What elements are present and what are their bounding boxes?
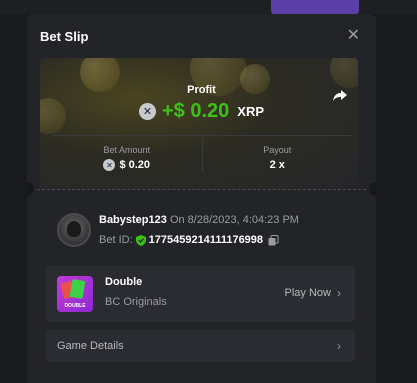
bet-amount-stat: Bet Amount ✕ $ 0.20	[52, 138, 202, 172]
app-background-right	[376, 14, 417, 383]
payout-stat: Payout 2 x	[201, 138, 353, 172]
game-provider: BC Originals	[105, 296, 167, 308]
player-info: Babystep123 On 8/28/2023, 4:04:23 PM Bet…	[57, 212, 347, 252]
app-top-bar	[0, 0, 417, 14]
app-background-left	[0, 14, 27, 383]
share-icon[interactable]	[332, 87, 348, 103]
bet-slip-modal: Bet Slip ✕ Profit ✕ +$ 0.20 XRP Bet Amou…	[27, 14, 376, 383]
copy-icon[interactable]	[268, 234, 279, 246]
game-thumbnail: DOUBLE	[57, 276, 93, 312]
profit-currency: XRP	[237, 104, 265, 119]
chevron-right-icon: ›	[337, 286, 341, 300]
ticket-notch-right	[369, 182, 376, 196]
verified-shield-icon	[135, 234, 146, 246]
profit-row: ✕ +$ 0.20 XRP	[27, 100, 376, 123]
gem-icon	[69, 279, 86, 299]
game-card[interactable]: DOUBLE Double BC Originals Play Now ›	[46, 266, 355, 322]
close-icon[interactable]: ✕	[347, 28, 360, 44]
profit-label: Profit	[187, 84, 216, 96]
bet-id-line: Bet ID: 1775459214111176998	[99, 234, 279, 246]
play-now-label: Play Now	[284, 287, 331, 299]
chevron-right-icon: ›	[337, 339, 341, 353]
ticket-tear-line	[37, 189, 366, 190]
game-details-row[interactable]: Game Details ›	[46, 330, 355, 362]
stats-divider	[52, 135, 352, 136]
bet-amount-value-row: ✕ $ 0.20	[52, 159, 202, 171]
payout-label: Payout	[263, 145, 292, 155]
avatar-figure	[67, 221, 81, 237]
ticket-notch-left	[27, 182, 34, 196]
game-thumbnail-label: DOUBLE	[64, 303, 86, 309]
bet-amount-label: Bet Amount	[103, 145, 151, 155]
player-line: Babystep123 On 8/28/2023, 4:04:23 PM	[99, 214, 299, 226]
bet-id-label: Bet ID:	[99, 234, 133, 246]
bet-amount-value: $ 0.20	[119, 159, 151, 171]
player-name[interactable]: Babystep123	[99, 214, 167, 226]
modal-header: Bet Slip ✕	[27, 14, 376, 58]
profit-value: +$ 0.20	[161, 100, 230, 122]
play-now-button[interactable]: Play Now ›	[285, 286, 341, 300]
xrp-icon: ✕	[138, 103, 156, 120]
bet-stats: Bet Amount ✕ $ 0.20 Payout 2 x	[52, 138, 352, 172]
bet-id-value: 1775459214111176998	[148, 234, 264, 246]
avatar[interactable]	[57, 213, 91, 247]
game-name: Double	[105, 276, 143, 288]
modal-title: Bet Slip	[40, 28, 89, 44]
bet-timestamp: On 8/28/2023, 4:04:23 PM	[169, 214, 299, 226]
deposit-button[interactable]	[271, 0, 359, 14]
xrp-icon: ✕	[103, 159, 116, 171]
payout-value: 2 x	[269, 159, 285, 171]
game-details-label: Game Details	[57, 340, 124, 352]
